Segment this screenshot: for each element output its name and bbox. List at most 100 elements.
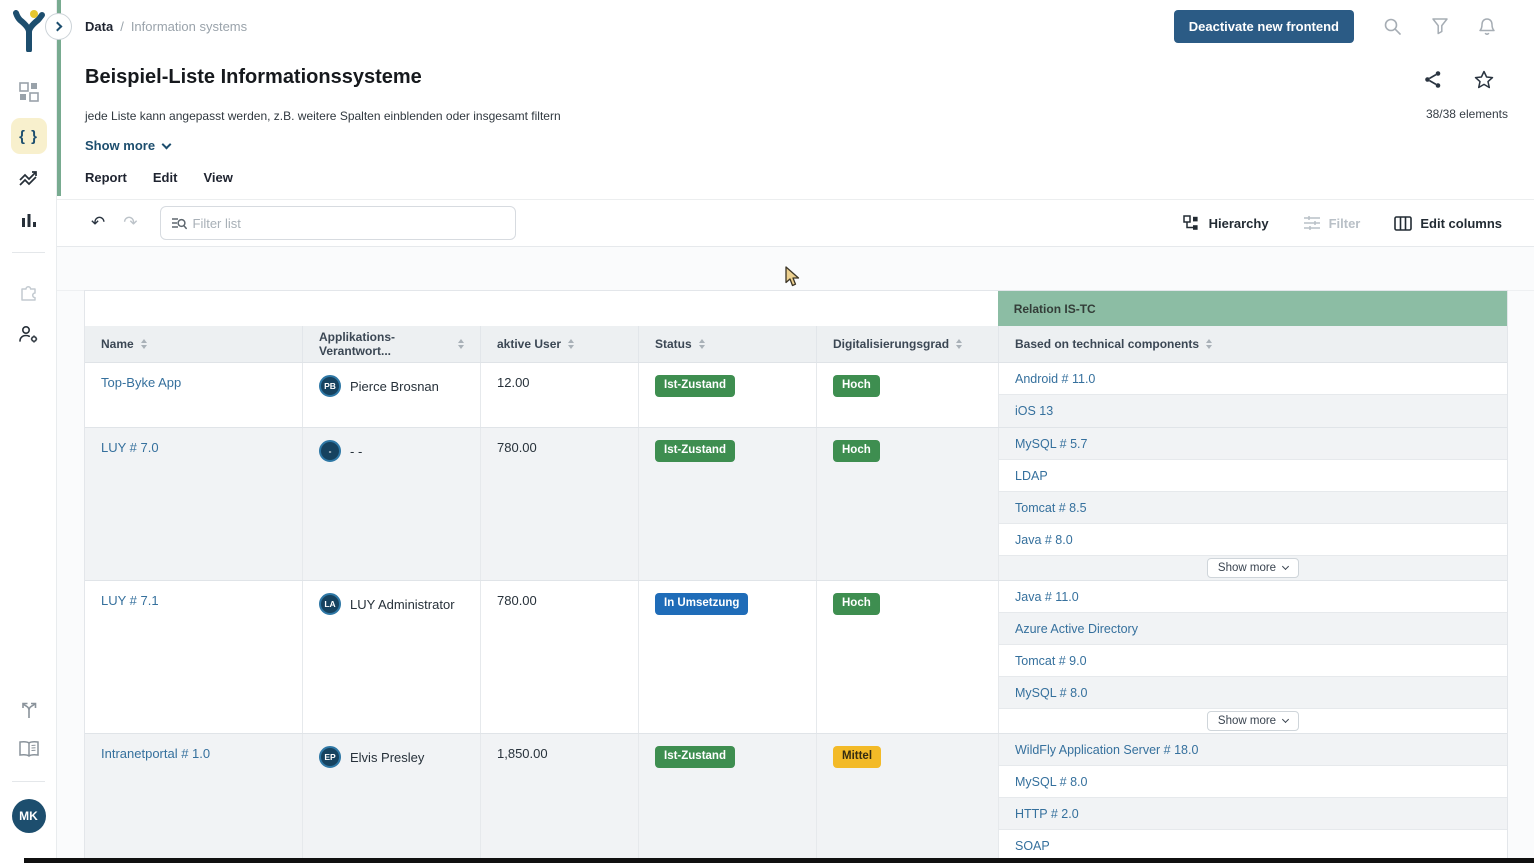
- component-link[interactable]: HTTP # 2.0: [1015, 807, 1079, 821]
- breadcrumb-data[interactable]: Data: [85, 19, 113, 34]
- hierarchy-button[interactable]: Hierarchy: [1183, 215, 1269, 232]
- sort-icon[interactable]: [956, 339, 962, 349]
- page-subtitle: jede Liste kann angepasst werden, z.B. w…: [85, 109, 561, 123]
- breadcrumb-information-systems[interactable]: Information systems: [131, 19, 247, 34]
- sidebar-item-reports[interactable]: [0, 212, 57, 230]
- favorite-button[interactable]: [1474, 70, 1494, 89]
- components-cell: Java # 11.0 Azure Active Directory Tomcat …: [999, 581, 1507, 733]
- sidebar-item-user-admin[interactable]: [0, 324, 57, 344]
- name-cell: LUY # 7.1: [85, 581, 303, 733]
- sidebar: { }: [0, 0, 57, 863]
- show-more-row: Show more: [999, 709, 1507, 733]
- column-header[interactable]: aktive User: [481, 326, 639, 362]
- show-more-row: Show more: [999, 556, 1507, 580]
- column-header[interactable]: Based on technical components: [999, 326, 1507, 362]
- component-link[interactable]: iOS 13: [1015, 404, 1053, 418]
- sort-icon[interactable]: [458, 339, 464, 349]
- expand-panel-button[interactable]: [45, 13, 72, 40]
- component-link[interactable]: Java # 8.0: [1015, 533, 1073, 547]
- component-link[interactable]: WildFly Application Server # 18.0: [1015, 743, 1198, 757]
- menu-edit[interactable]: Edit: [153, 170, 178, 185]
- sort-icon[interactable]: [141, 339, 147, 349]
- table-row: Top-Byke AppPBPierce Brosnan12.00Ist-Zus…: [85, 363, 1507, 427]
- component-link[interactable]: Tomcat # 9.0: [1015, 654, 1087, 668]
- user-menu[interactable]: MK: [0, 799, 57, 833]
- chevron-down-icon: [1282, 716, 1289, 723]
- component-link[interactable]: SOAP: [1015, 839, 1050, 853]
- component-link[interactable]: MySQL # 8.0: [1015, 686, 1088, 700]
- sidebar-item-branching[interactable]: [0, 700, 57, 720]
- name-link[interactable]: Top-Byke App: [101, 375, 181, 390]
- show-more-label: Show more: [1218, 562, 1276, 574]
- sliders-icon: [1303, 215, 1321, 231]
- filter-button[interactable]: Filter: [1303, 215, 1361, 231]
- filter-list-input[interactable]: [193, 216, 505, 231]
- sidebar-item-plugins[interactable]: [0, 282, 57, 302]
- status-cell: Ist-Zustand: [639, 363, 817, 427]
- column-header[interactable]: Name: [85, 326, 303, 362]
- component-row: iOS 13: [999, 395, 1507, 427]
- search-button[interactable]: [1383, 17, 1402, 36]
- component-link[interactable]: Azure Active Directory: [1015, 622, 1138, 636]
- owner-cell: -- -: [303, 428, 481, 580]
- sidebar-item-data-modeling[interactable]: { }: [0, 118, 57, 154]
- component-link[interactable]: MySQL # 5.7: [1015, 437, 1088, 451]
- share-button[interactable]: [1424, 70, 1442, 89]
- sidebar-item-documentation[interactable]: [0, 740, 57, 758]
- component-row: Azure Active Directory: [999, 613, 1507, 645]
- active-item-highlight: { }: [11, 118, 47, 154]
- active-users-cell: 780.00: [481, 581, 639, 733]
- table-header-row: NameApplikations-Verantwort...aktive Use…: [85, 326, 1507, 363]
- topbar-actions: Deactivate new frontend: [1174, 10, 1534, 43]
- edit-columns-button[interactable]: Edit columns: [1394, 216, 1502, 231]
- filter-label: Filter: [1329, 216, 1361, 231]
- owner-avatar: EP: [319, 746, 341, 768]
- column-header[interactable]: Applikations-Verantwort...: [303, 326, 481, 362]
- column-header[interactable]: Digitalisierungsgrad: [817, 326, 999, 362]
- component-link[interactable]: Java # 11.0: [1015, 590, 1079, 604]
- grade-badge: Hoch: [833, 593, 880, 615]
- owner-avatar: PB: [319, 375, 341, 397]
- sort-icon[interactable]: [568, 339, 574, 349]
- menu-view[interactable]: View: [203, 170, 232, 185]
- component-row: MySQL # 8.0: [999, 677, 1507, 709]
- component-row: Java # 8.0: [999, 524, 1507, 556]
- show-more-components-button[interactable]: Show more: [1207, 711, 1299, 731]
- deactivate-frontend-button[interactable]: Deactivate new frontend: [1174, 10, 1354, 43]
- information-systems-table: Relation IS-TC NameApplikations-Verantwo…: [84, 290, 1508, 863]
- name-link[interactable]: LUY # 7.1: [101, 593, 159, 608]
- column-header[interactable]: Status: [639, 326, 817, 362]
- component-link[interactable]: Tomcat # 8.5: [1015, 501, 1087, 515]
- code-braces-icon: { }: [19, 128, 38, 145]
- sort-icon[interactable]: [699, 339, 705, 349]
- hierarchy-label: Hierarchy: [1209, 216, 1269, 231]
- status-cell: Ist-Zustand: [639, 428, 817, 580]
- owner-cell: PBPierce Brosnan: [303, 363, 481, 427]
- status-badge: Ist-Zustand: [655, 746, 735, 768]
- global-filter-button[interactable]: [1431, 17, 1449, 35]
- sidebar-item-dashboard[interactable]: [0, 82, 57, 102]
- sort-icon[interactable]: [1206, 339, 1212, 349]
- component-link[interactable]: LDAP: [1015, 469, 1048, 483]
- breadcrumb-separator: /: [120, 19, 124, 34]
- redo-button[interactable]: ↷: [123, 213, 137, 233]
- sidebar-item-trends[interactable]: [0, 170, 57, 188]
- user-avatar[interactable]: MK: [12, 799, 46, 833]
- show-more-components-button[interactable]: Show more: [1207, 558, 1299, 578]
- sidebar-divider: [12, 252, 45, 253]
- table-row: Intranetportal # 1.0EPElvis Presley1,850…: [85, 733, 1507, 862]
- notifications-button[interactable]: [1478, 17, 1496, 36]
- chevron-right-icon: [53, 22, 63, 32]
- show-more-description-button[interactable]: Show more: [85, 138, 170, 153]
- edit-columns-label: Edit columns: [1420, 216, 1502, 231]
- name-link[interactable]: Intranetportal # 1.0: [101, 746, 210, 761]
- user-settings-icon: [18, 324, 40, 344]
- name-link[interactable]: LUY # 7.0: [101, 440, 159, 455]
- menu-report[interactable]: Report: [85, 170, 127, 185]
- component-link[interactable]: Android # 11.0: [1015, 372, 1095, 386]
- component-link[interactable]: MySQL # 8.0: [1015, 775, 1088, 789]
- show-more-label: Show more: [85, 138, 155, 153]
- page-header-actions: [1424, 70, 1494, 89]
- undo-button[interactable]: ↶: [91, 213, 105, 233]
- chevron-down-icon: [1282, 563, 1289, 570]
